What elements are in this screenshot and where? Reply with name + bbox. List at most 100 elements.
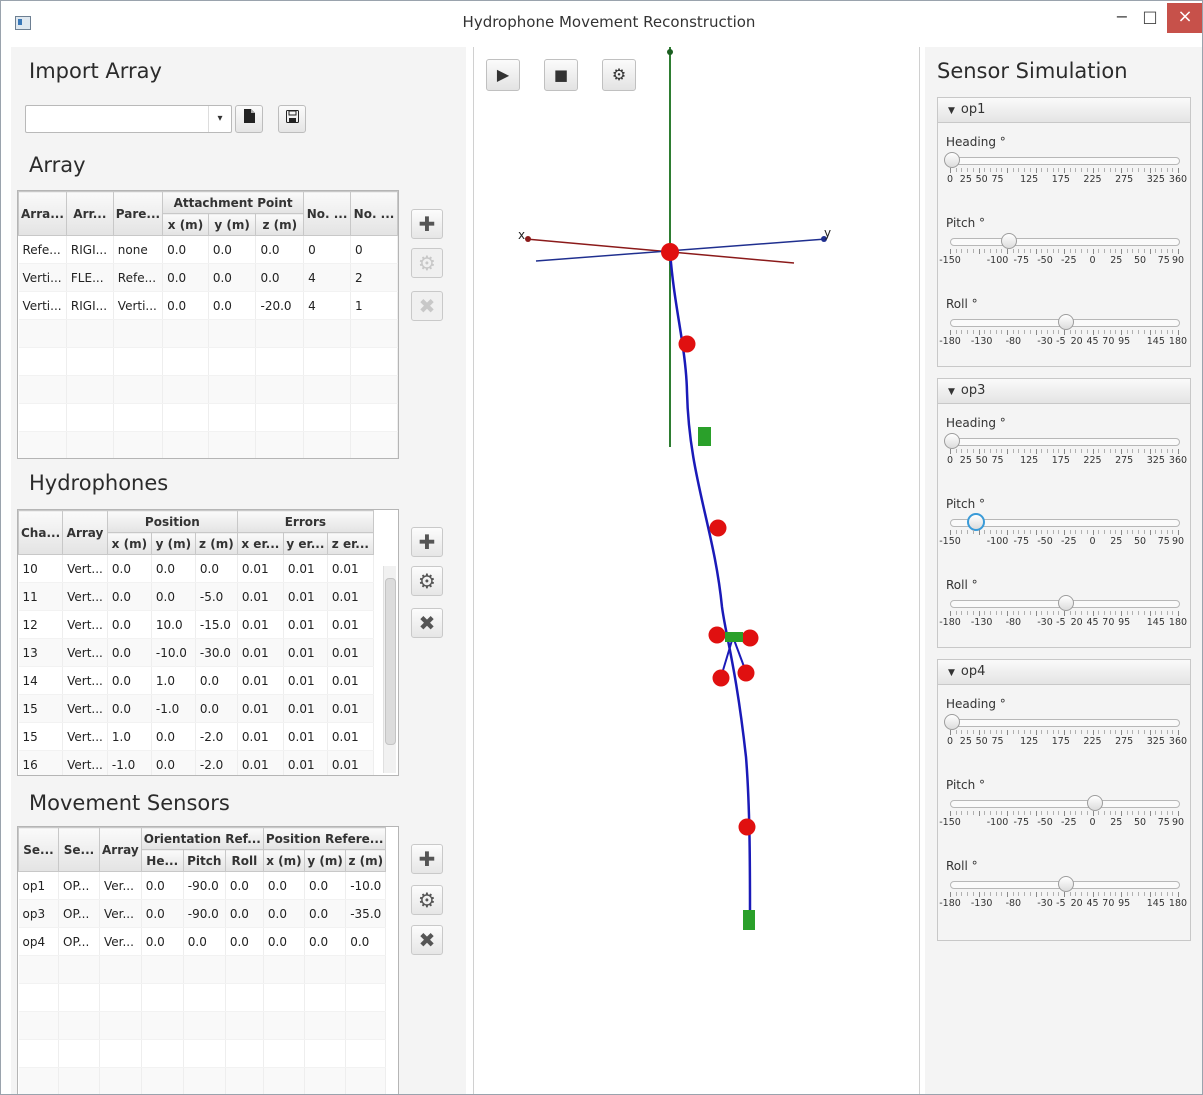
col-header[interactable]: z er... [326,532,374,555]
table-cell[interactable]: 0.0 [151,582,196,611]
table-cell[interactable]: Vert... [62,554,108,583]
table-cell[interactable]: Vert... [62,638,108,667]
table-row[interactable]: 11 Vert... 0.0 0.0 -5.0 0.01 0.01 0.01 [18,582,374,611]
col-header[interactable]: y er... [282,532,328,555]
view-3d-panel[interactable]: ▶ ■ ⚙ x y [473,47,920,1094]
close-button[interactable]: × [1167,3,1202,33]
col-header[interactable]: Se... [18,827,59,872]
table-cell[interactable]: -30.0 [195,638,238,667]
table-row[interactable]: 15 Vert... 0.0 -1.0 0.0 0.01 0.01 0.01 [18,694,374,723]
edit-array-button[interactable]: ⚙ [411,248,443,278]
array-combo[interactable]: ▾ [25,105,232,133]
table-cell[interactable]: 0.0 [195,694,238,723]
table-cell[interactable]: 0.0 [208,263,257,292]
pitch-slider[interactable] [950,513,1180,531]
roll-slider-thumb[interactable] [1058,595,1074,611]
hydrophone-marker[interactable] [709,519,727,537]
col-group-header[interactable]: Position Refere... [262,827,387,850]
table-row[interactable]: op1 OP... Ver... 0.0 -90.0 0.0 0.0 0.0 -10.0 [18,871,387,900]
col-header[interactable]: y (m) [207,213,257,236]
table-cell[interactable]: 0.0 [345,927,387,956]
table-cell[interactable]: 0.0 [162,291,209,320]
heading-slider[interactable] [944,433,1180,449]
table-row[interactable]: 16 Vert... -1.0 0.0 -2.0 0.01 0.01 0.01 [18,750,374,775]
sensor-marker[interactable] [743,910,755,930]
add-array-button[interactable]: ✚ [411,209,443,239]
table-cell[interactable]: RIGI... [66,235,114,264]
hydrophone-marker[interactable] [708,626,726,644]
table-cell[interactable]: 2 [350,263,398,292]
table-cell[interactable]: 1 [350,291,398,320]
col-group-header[interactable]: Attachment Point [162,191,305,214]
table-cell[interactable]: 4 [303,263,352,292]
delete-array-button[interactable]: ✖ [411,291,443,321]
table-cell[interactable]: 4 [303,291,352,320]
sensor-marker[interactable] [725,632,743,642]
table-cell[interactable]: Ver... [99,927,142,956]
col-header[interactable]: z (m) [345,849,387,872]
table-cell[interactable]: 0.01 [327,582,374,611]
table-cell[interactable]: Ver... [99,899,142,928]
table-cell[interactable]: Vert... [62,666,108,695]
minimize-button[interactable]: − [1109,3,1135,33]
table-cell[interactable]: 0.0 [141,927,184,956]
table-cell[interactable]: Verti... [113,291,164,320]
table-cell[interactable]: 0.01 [237,582,284,611]
table-row[interactable]: op4 OP... Ver... 0.0 0.0 0.0 0.0 0.0 0.0 [18,927,387,956]
table-cell[interactable]: Vert... [62,694,108,723]
table-cell[interactable]: none [113,235,164,264]
heading-slider-thumb[interactable] [944,152,960,168]
scrollbar-thumb[interactable] [385,578,396,745]
hydrophones-scrollbar[interactable] [383,566,396,773]
heading-slider[interactable] [944,714,1180,730]
table-cell[interactable]: -10.0 [345,871,387,900]
table-cell[interactable]: 0.01 [327,610,374,639]
col-header[interactable]: He... [140,849,184,872]
edit-sensor-button[interactable]: ⚙ [411,885,443,915]
roll-slider[interactable] [950,876,1180,892]
sensor-marker[interactable] [698,427,711,446]
col-header[interactable]: No. ... [303,191,352,236]
col-header[interactable]: Array [62,510,108,555]
table-cell[interactable]: 0.01 [237,666,284,695]
view-3d-canvas[interactable]: x y [474,47,919,1094]
pitch-slider-thumb[interactable] [966,513,985,531]
roll-slider[interactable] [950,314,1180,330]
table-cell[interactable]: 0.0 [225,871,264,900]
col-header[interactable]: Pitch [182,849,226,872]
hydrophone-marker[interactable] [737,664,755,682]
table-cell[interactable]: 13 [18,638,64,667]
col-group-header[interactable]: Position [106,510,238,533]
col-group-header[interactable]: Errors [236,510,374,533]
table-cell[interactable]: 0.01 [327,638,374,667]
col-header[interactable]: x (m) [262,849,306,872]
table-row[interactable]: 12 Vert... 0.0 10.0 -15.0 0.01 0.01 0.01 [18,610,374,639]
table-cell[interactable]: -5.0 [195,582,238,611]
table-cell[interactable]: Vert... [62,750,108,775]
table-cell[interactable]: 1.0 [151,666,196,695]
table-cell[interactable]: 0.0 [304,871,347,900]
table-cell[interactable]: Vert... [62,582,108,611]
table-cell[interactable]: 15 [18,694,64,723]
col-group-header[interactable]: Orientation Ref... [140,827,264,850]
table-cell[interactable]: 0.0 [141,871,184,900]
edit-hydrophone-button[interactable]: ⚙ [411,566,443,596]
add-hydrophone-button[interactable]: ✚ [411,527,443,557]
table-cell[interactable]: 0.01 [237,694,284,723]
table-cell[interactable]: 0.01 [237,722,284,751]
table-cell[interactable]: Verti... [18,291,67,320]
table-cell[interactable]: 0.01 [237,554,284,583]
import-file-button[interactable] [235,105,263,133]
table-cell[interactable]: 0.01 [283,722,328,751]
heading-slider-thumb[interactable] [944,714,960,730]
heading-slider[interactable] [944,152,1180,168]
table-cell[interactable]: 0.0 [107,610,152,639]
table-cell[interactable]: -1.0 [107,750,152,775]
table-cell[interactable]: 0.01 [283,554,328,583]
table-cell[interactable]: 0.01 [283,638,328,667]
col-header[interactable]: Cha... [18,510,64,555]
table-cell[interactable]: 0.0 [107,666,152,695]
roll-slider-thumb[interactable] [1058,876,1074,892]
table-cell[interactable]: -15.0 [195,610,238,639]
table-cell[interactable]: Verti... [18,263,67,292]
